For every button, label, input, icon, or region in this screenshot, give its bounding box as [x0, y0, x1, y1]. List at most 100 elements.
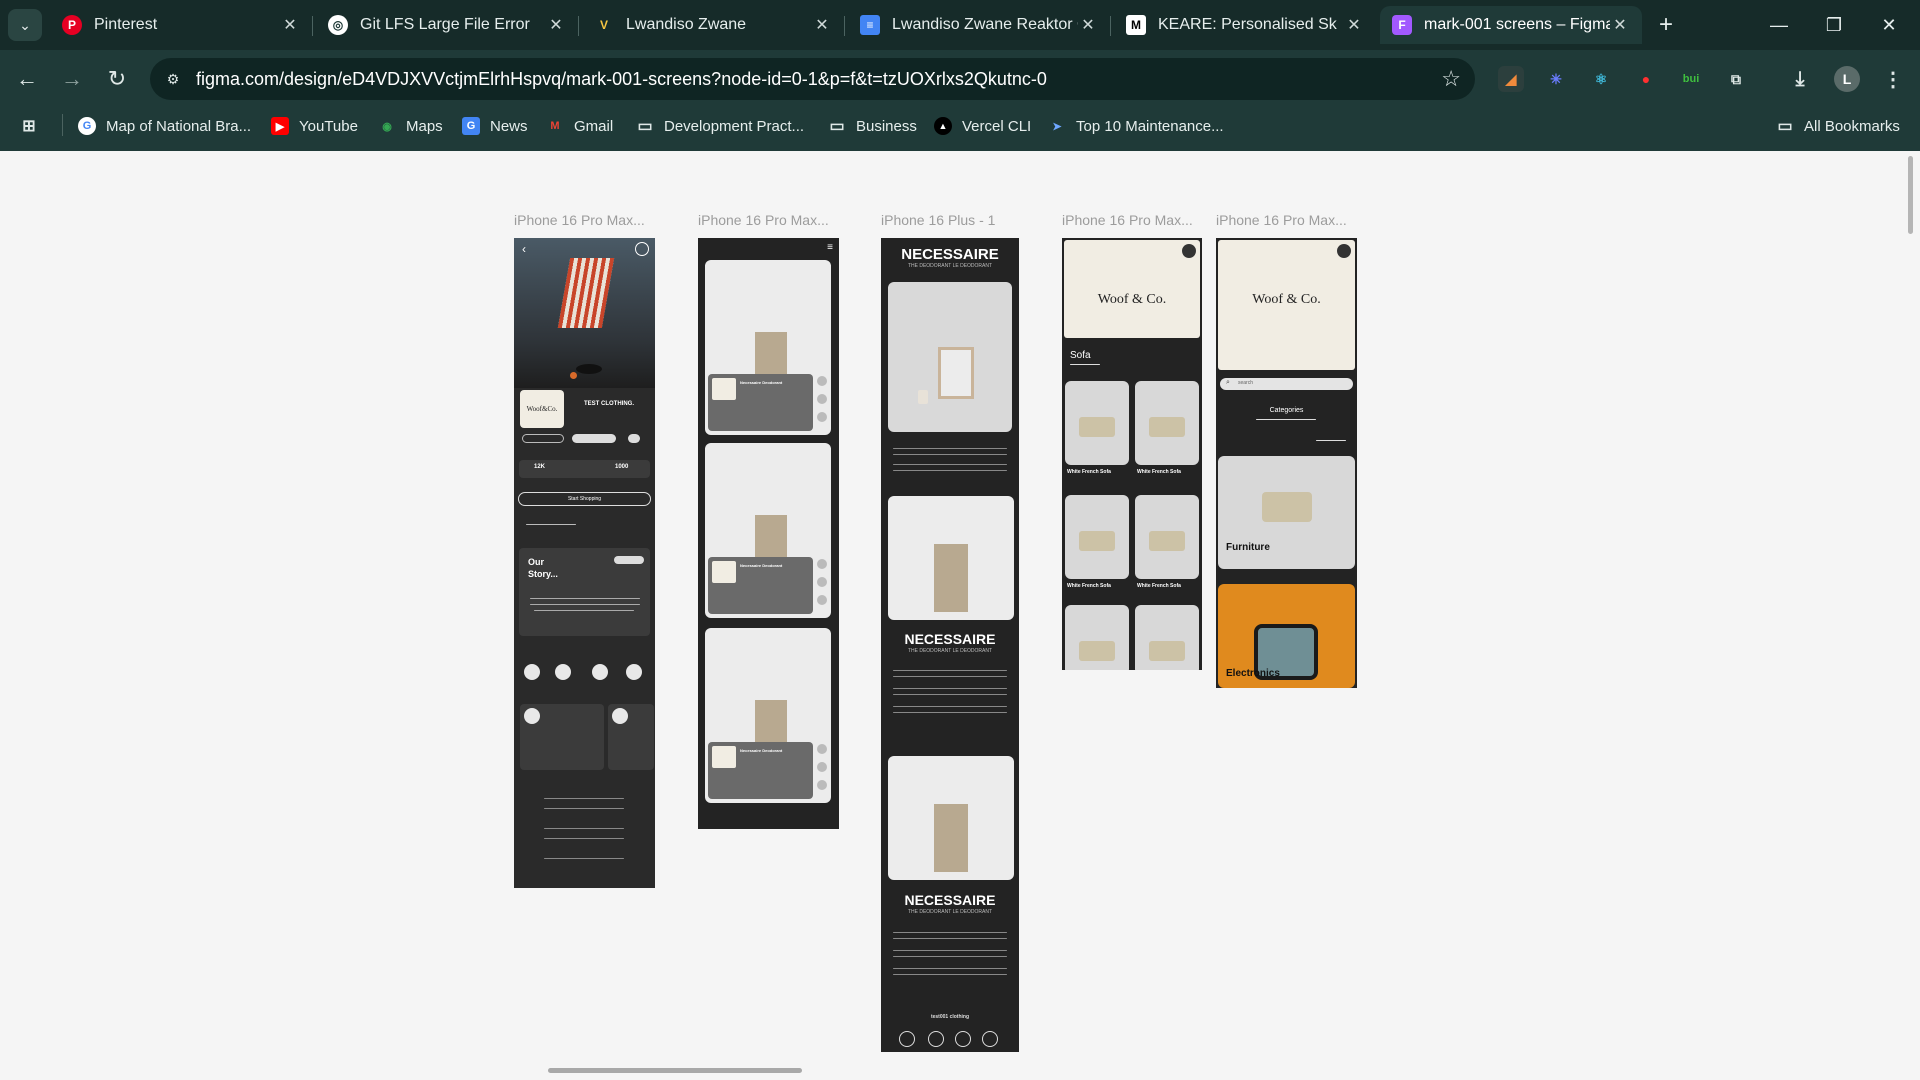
menu-dots-icon[interactable]: ⋮: [1880, 66, 1906, 92]
twitter-icon[interactable]: [928, 1031, 944, 1047]
apps-grid-icon[interactable]: ⊞: [20, 114, 38, 138]
side-action[interactable]: [817, 595, 827, 605]
address-bar[interactable]: ⚙ figma.com/design/eD4VDJXVVctjmElrhHspv…: [150, 58, 1475, 100]
product-card[interactable]: [1135, 381, 1199, 465]
side-action[interactable]: [817, 412, 827, 422]
tab-pinterest[interactable]: P Pinterest ✕: [50, 6, 312, 44]
tab-git-lfs[interactable]: ◎ Git LFS Large File Error ✕: [316, 6, 578, 44]
side-action[interactable]: [817, 559, 827, 569]
facebook-icon[interactable]: [899, 1031, 915, 1047]
extension-react-icon[interactable]: ⚛: [1588, 66, 1614, 92]
close-icon[interactable]: ✕: [1344, 15, 1364, 35]
extensions-puzzle-icon[interactable]: ⧉: [1723, 66, 1749, 92]
avatar[interactable]: [626, 664, 642, 680]
categories-title: Categories: [1269, 407, 1304, 414]
frame-label[interactable]: iPhone 16 Pro Max...: [1062, 212, 1193, 228]
side-action[interactable]: [817, 762, 827, 772]
bag-icon[interactable]: [1337, 244, 1351, 258]
frame-3-necessaire[interactable]: NECESSAIRE THE DEODORANT LE DEODORANT NE…: [881, 238, 1019, 1052]
download-icon[interactable]: ⤓: [1787, 66, 1813, 92]
new-tab-button[interactable]: +: [1650, 9, 1682, 41]
extension-bui-icon[interactable]: bui: [1678, 66, 1704, 92]
product-card[interactable]: [1135, 605, 1199, 670]
tab-search-button[interactable]: ⌄: [8, 9, 42, 41]
side-action[interactable]: [817, 780, 827, 790]
frame-label[interactable]: iPhone 16 Plus - 1: [881, 212, 995, 228]
reload-icon[interactable]: ↻: [100, 62, 134, 96]
restore-icon[interactable]: ❐: [1805, 0, 1863, 50]
learn-more-button[interactable]: [614, 556, 644, 564]
bag-icon[interactable]: [1182, 244, 1196, 258]
avatar[interactable]: [592, 664, 608, 680]
share-button[interactable]: [572, 434, 616, 443]
follow-button[interactable]: [522, 434, 564, 443]
category-card-furniture[interactable]: Furniture: [1218, 456, 1355, 569]
headline: TEST CLOTHING.: [584, 401, 634, 407]
profile-avatar[interactable]: L: [1834, 66, 1860, 92]
tab-reaktor-doc[interactable]: ≡ Lwandiso Zwane Reaktor C ✕: [848, 6, 1110, 44]
close-icon[interactable]: ✕: [546, 15, 566, 35]
close-icon[interactable]: ✕: [280, 15, 300, 35]
product-card[interactable]: Necessaire Deodorant: [705, 628, 831, 803]
bookmark-item[interactable]: G Map of National Bra...: [78, 114, 251, 138]
search-input[interactable]: ⌕ search: [1220, 378, 1353, 390]
frame-4-sofa-listing[interactable]: Woof & Co. Sofa White French Sofa White …: [1062, 238, 1202, 670]
bookmark-folder[interactable]: ▭ Development Pract...: [636, 114, 804, 138]
text-line: [893, 712, 1007, 713]
forward-arrow-icon[interactable]: →: [55, 62, 89, 96]
back-arrow-icon[interactable]: ←: [10, 62, 44, 96]
bookmark-item[interactable]: ▲ Vercel CLI: [934, 114, 1031, 138]
instagram-icon[interactable]: [955, 1031, 971, 1047]
horizontal-scrollbar[interactable]: [548, 1068, 802, 1073]
bookmark-item[interactable]: ▶ YouTube: [271, 114, 358, 138]
extension-icon[interactable]: ◢: [1498, 66, 1524, 92]
extension-hand-icon[interactable]: ●: [1633, 66, 1659, 92]
window-close-icon[interactable]: ✕: [1860, 0, 1918, 50]
tab-figma[interactable]: F mark-001 screens – Figma ✕: [1380, 6, 1642, 44]
stat-following: 1000: [615, 464, 629, 470]
product-card[interactable]: [1135, 495, 1199, 579]
hamburger-menu-icon[interactable]: ≡: [827, 242, 833, 253]
bookmark-star-icon[interactable]: ☆: [1441, 66, 1461, 92]
product-card[interactable]: Necessaire Deodorant: [705, 443, 831, 618]
frame-label[interactable]: iPhone 16 Pro Max...: [514, 212, 645, 228]
back-icon[interactable]: ‹: [522, 242, 526, 256]
tab-lwandiso[interactable]: V Lwandiso Zwane ✕: [582, 6, 844, 44]
product-card[interactable]: [1065, 605, 1129, 670]
start-shopping-button[interactable]: Start Shopping: [518, 492, 651, 506]
frame-1-profile[interactable]: ‹ Woof&Co. TEST CLOTHING. 12K 1000 Start…: [514, 238, 655, 888]
side-action[interactable]: [817, 577, 827, 587]
side-action[interactable]: [817, 376, 827, 386]
bookmark-item[interactable]: G News: [462, 114, 528, 138]
url-text[interactable]: figma.com/design/eD4VDJXVVctjmElrhHspvq/…: [196, 69, 1047, 90]
extension-gear-icon[interactable]: ✳: [1543, 66, 1569, 92]
bookmark-item[interactable]: ◉ Maps: [378, 114, 443, 138]
tab-keare[interactable]: M KEARE: Personalised Sk ✕: [1114, 6, 1376, 44]
vertical-scrollbar[interactable]: [1908, 156, 1913, 234]
avatar[interactable]: [524, 664, 540, 680]
sofa-image: [1149, 417, 1185, 437]
bookmark-item[interactable]: M Gmail: [546, 114, 613, 138]
all-bookmarks[interactable]: ▭ All Bookmarks: [1776, 114, 1899, 138]
edit-icon[interactable]: [628, 434, 640, 443]
side-action[interactable]: [817, 394, 827, 404]
avatar[interactable]: [555, 664, 571, 680]
bookmark-folder[interactable]: ▭ Business: [828, 114, 916, 138]
close-icon[interactable]: ✕: [1610, 15, 1630, 35]
globe-icon[interactable]: [982, 1031, 998, 1047]
product-card[interactable]: [1065, 381, 1129, 465]
product-card[interactable]: Necessaire Deodorant: [705, 260, 831, 435]
bag-icon[interactable]: [635, 242, 649, 256]
close-icon[interactable]: ✕: [812, 15, 832, 35]
product-card[interactable]: [1065, 495, 1129, 579]
site-info-icon[interactable]: ⚙: [162, 68, 184, 90]
frame-label[interactable]: iPhone 16 Pro Max...: [698, 212, 829, 228]
side-action[interactable]: [817, 744, 827, 754]
category-card-electronics[interactable]: Electronics: [1218, 584, 1355, 688]
frame-2-products[interactable]: ≡ Necessaire Deodorant Necessaire Deodor…: [698, 238, 839, 829]
close-icon[interactable]: ✕: [1078, 15, 1098, 35]
frame-5-categories[interactable]: Woof & Co. ⌕ search Categories Furniture…: [1216, 238, 1357, 688]
minimize-icon[interactable]: —: [1750, 0, 1808, 50]
bookmark-item[interactable]: ➤ Top 10 Maintenance...: [1048, 114, 1223, 138]
frame-label[interactable]: iPhone 16 Pro Max...: [1216, 212, 1347, 228]
